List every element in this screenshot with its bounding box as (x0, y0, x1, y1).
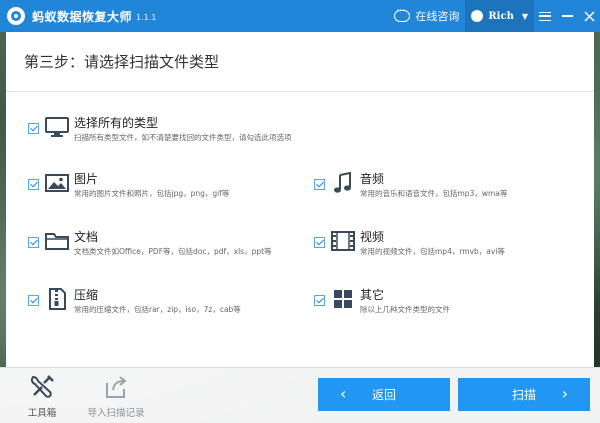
bottom-bar: 工具箱 导入扫描记录 ‹ 返回 扫描 › (0, 367, 600, 423)
import-icon (106, 376, 127, 398)
app-logo-icon (7, 7, 25, 25)
option-desc: 常用的图片文件和照片，包括jpg，png，gif等 (74, 189, 230, 198)
step-header: 第三步：请选择扫描文件类型 (6, 32, 594, 92)
grid-icon (330, 288, 356, 310)
monitor-icon (44, 116, 70, 138)
option-desc: 除以上几种文件类型的文件 (360, 305, 450, 314)
option-pictures[interactable]: 图片 常用的图片文件和照片，包括jpg，png，gif等 (28, 172, 229, 200)
option-archives[interactable]: 压缩 常用的压缩文件，包括rar，zip，iso，7z，cab等 (28, 288, 241, 316)
chevron-right-icon: › (561, 384, 568, 403)
user-name: Rich (488, 10, 514, 22)
option-other[interactable]: 其它 除以上几种文件类型的文件 (314, 288, 450, 316)
checkbox-all-types[interactable] (28, 123, 39, 134)
checkbox-documents[interactable] (28, 237, 39, 248)
back-button[interactable]: ‹ 返回 (318, 378, 450, 411)
import-scan-record-button[interactable]: 导入扫描记录 (86, 373, 146, 419)
option-desc: 常用的音乐和语音文件，包括mp3，wma等 (360, 189, 508, 198)
chat-bubble-icon[interactable] (394, 6, 411, 22)
option-title: 其它 (360, 288, 385, 302)
tools-icon (30, 375, 54, 398)
folder-icon (44, 230, 70, 252)
minimize-icon (561, 15, 573, 17)
hamburger-icon (539, 11, 551, 21)
option-desc: 扫描所有类型文件，如不清楚要找回的文件类型，请勾选此项选项 (74, 133, 292, 142)
main-panel: 第三步：请选择扫描文件类型 选择所有的类型 扫描所有类型文件，如不清楚要找回的文… (6, 32, 594, 367)
checkbox-archives[interactable] (28, 295, 39, 306)
title-bar[interactable]: 蚂蚁数据恢复大师 1.1.1 在线咨询 Rich ▼ (0, 0, 600, 32)
chevron-down-icon: ▼ (521, 11, 528, 21)
toolbox-button[interactable]: 工具箱 (12, 373, 72, 419)
option-title: 图片 (74, 172, 99, 186)
music-note-icon (330, 172, 356, 194)
close-icon (583, 10, 595, 22)
checkbox-video[interactable] (314, 237, 325, 248)
menu-button[interactable] (534, 0, 556, 32)
minimize-button[interactable] (556, 0, 578, 32)
option-title: 压缩 (74, 288, 99, 302)
close-button[interactable] (578, 0, 600, 32)
film-icon (330, 230, 356, 252)
checkbox-audio[interactable] (314, 179, 325, 190)
option-title: 选择所有的类型 (74, 116, 159, 130)
option-desc: 常用的视频文件，包括mp4，rmvb，avi等 (360, 247, 505, 256)
option-documents[interactable]: 文档 文档类文件如Office，PDF等，包括doc，pdf，xls，ppt等 (28, 230, 272, 258)
back-button-label: 返回 (371, 388, 396, 402)
option-desc: 文档类文件如Office，PDF等，包括doc，pdf，xls，ppt等 (74, 247, 272, 256)
toolbox-label: 工具箱 (27, 408, 57, 419)
option-desc: 常用的压缩文件，包括rar，zip，iso，7z，cab等 (74, 305, 241, 314)
app-version: 1.1.1 (136, 13, 157, 22)
page-title: 第三步：请选择扫描文件类型 (24, 53, 220, 71)
user-avatar-icon (471, 10, 484, 22)
option-audio[interactable]: 音频 常用的音乐和语音文件，包括mp3，wma等 (314, 172, 507, 200)
option-title: 文档 (74, 230, 99, 244)
import-scan-label: 导入扫描记录 (87, 408, 145, 419)
online-consult-link[interactable]: 在线咨询 (415, 8, 459, 24)
option-all-types[interactable]: 选择所有的类型 扫描所有类型文件，如不清楚要找回的文件类型，请勾选此项选项 (28, 116, 292, 144)
checkbox-pictures[interactable] (28, 179, 39, 190)
user-menu[interactable]: Rich ▼ (465, 0, 534, 32)
option-title: 视频 (360, 230, 385, 244)
chevron-left-icon: ‹ (340, 384, 347, 403)
option-video[interactable]: 视频 常用的视频文件，包括mp4，rmvb，avi等 (314, 230, 505, 258)
app-title: 蚂蚁数据恢复大师 (32, 9, 133, 24)
scan-button[interactable]: 扫描 › (458, 378, 590, 411)
checkbox-other[interactable] (314, 295, 325, 306)
option-title: 音频 (360, 172, 385, 186)
scan-button-label: 扫描 (511, 388, 536, 402)
image-icon (44, 172, 70, 194)
zip-icon (44, 288, 70, 310)
